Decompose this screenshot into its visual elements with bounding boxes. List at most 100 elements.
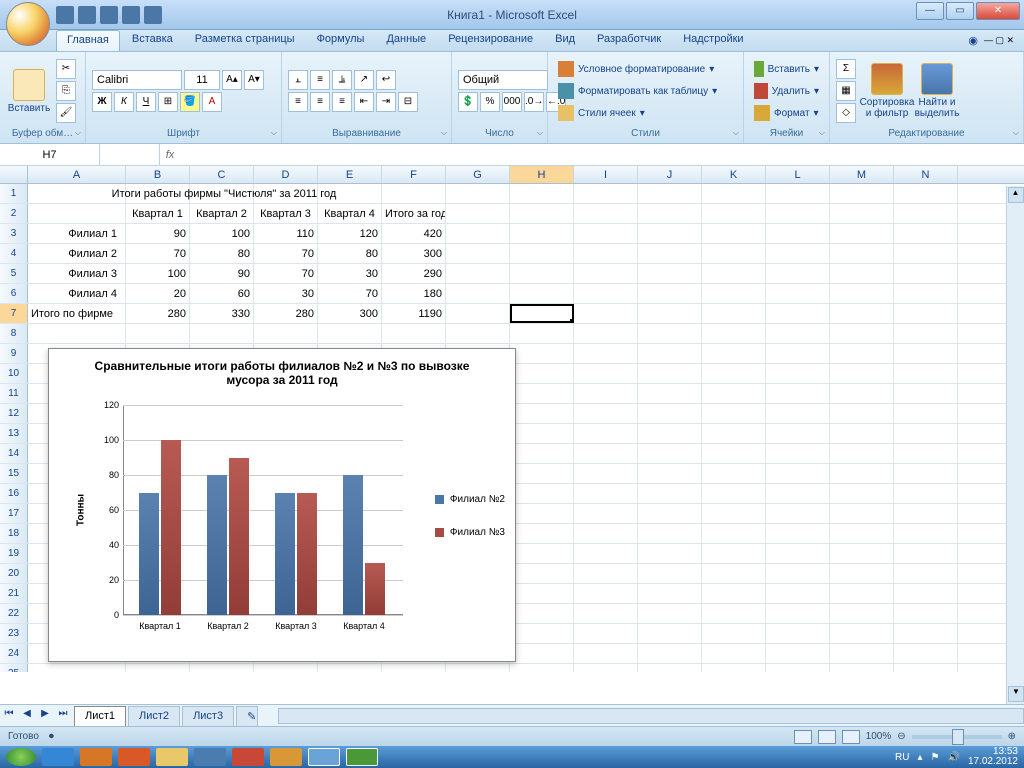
cell-H12[interactable] xyxy=(510,404,574,423)
cell-A7[interactable]: Итого по фирме xyxy=(28,304,126,323)
cell-N20[interactable] xyxy=(894,564,958,583)
cell-K12[interactable] xyxy=(702,404,766,423)
copy-icon[interactable]: ⎘ xyxy=(56,81,76,101)
cell-J14[interactable] xyxy=(638,444,702,463)
cell-I3[interactable] xyxy=(574,224,638,243)
cell-K19[interactable] xyxy=(702,544,766,563)
align-bottom-icon[interactable]: ⫡ xyxy=(332,70,352,90)
cell-H3[interactable] xyxy=(510,224,574,243)
cell-A3[interactable]: Филиал 1 xyxy=(28,224,126,243)
cell-L16[interactable] xyxy=(766,484,830,503)
cell-L5[interactable] xyxy=(766,264,830,283)
cell-E7[interactable]: 300 xyxy=(318,304,382,323)
cell-M21[interactable] xyxy=(830,584,894,603)
cell-K10[interactable] xyxy=(702,364,766,383)
cell-J3[interactable] xyxy=(638,224,702,243)
cell-B5[interactable]: 100 xyxy=(126,264,190,283)
cell-I12[interactable] xyxy=(574,404,638,423)
cell-F4[interactable]: 300 xyxy=(382,244,446,263)
cell-H9[interactable] xyxy=(510,344,574,363)
ribbon-tab-2[interactable]: Разметка страницы xyxy=(185,30,305,51)
taskbar-app4-icon[interactable] xyxy=(308,748,340,766)
font-color-icon[interactable]: A xyxy=(202,92,222,112)
tab-nav-next-icon[interactable]: ▶ xyxy=(36,708,54,724)
cell-K3[interactable] xyxy=(702,224,766,243)
cell-M7[interactable] xyxy=(830,304,894,323)
cell-N2[interactable] xyxy=(894,204,958,223)
paste-button[interactable]: Вставить xyxy=(6,69,52,114)
col-header-G[interactable]: G xyxy=(446,166,510,183)
cell-L22[interactable] xyxy=(766,604,830,623)
cell-L25[interactable] xyxy=(766,664,830,672)
insert-cells-button[interactable]: Вставить ▾ xyxy=(750,59,823,79)
cell-L8[interactable] xyxy=(766,324,830,343)
cell-K21[interactable] xyxy=(702,584,766,603)
cell-B8[interactable] xyxy=(126,324,190,343)
tray-sound-icon[interactable]: 🔊 xyxy=(947,752,959,763)
row-header-17[interactable]: 17 xyxy=(0,504,28,523)
cell-J12[interactable] xyxy=(638,404,702,423)
cell-J4[interactable] xyxy=(638,244,702,263)
ribbon-tab-1[interactable]: Вставка xyxy=(122,30,183,51)
row-header-20[interactable]: 20 xyxy=(0,564,28,583)
ribbon-tab-6[interactable]: Вид xyxy=(545,30,585,51)
cell-G3[interactable] xyxy=(446,224,510,243)
cell-C6[interactable]: 60 xyxy=(190,284,254,303)
cell-L11[interactable] xyxy=(766,384,830,403)
cell-B4[interactable]: 70 xyxy=(126,244,190,263)
cell-E3[interactable]: 120 xyxy=(318,224,382,243)
shrink-font-icon[interactable]: A▾ xyxy=(244,70,264,90)
cell-E8[interactable] xyxy=(318,324,382,343)
cell-L14[interactable] xyxy=(766,444,830,463)
cell-C5[interactable]: 90 xyxy=(190,264,254,283)
cell-J2[interactable] xyxy=(638,204,702,223)
cell-G2[interactable] xyxy=(446,204,510,223)
cell-I1[interactable] xyxy=(574,184,638,203)
cell-I9[interactable] xyxy=(574,344,638,363)
formula-input[interactable] xyxy=(180,144,1024,165)
qat-save-icon[interactable] xyxy=(56,6,74,24)
taskbar-ie-icon[interactable] xyxy=(42,748,74,766)
cell-I7[interactable] xyxy=(574,304,638,323)
col-header-K[interactable]: K xyxy=(702,166,766,183)
cell-M20[interactable] xyxy=(830,564,894,583)
cell-J8[interactable] xyxy=(638,324,702,343)
cell-M18[interactable] xyxy=(830,524,894,543)
view-layout-icon[interactable] xyxy=(818,730,836,744)
cell-G6[interactable] xyxy=(446,284,510,303)
indent-inc-icon[interactable]: ⇥ xyxy=(376,92,396,112)
cell-M12[interactable] xyxy=(830,404,894,423)
fill-icon[interactable]: ▦ xyxy=(836,81,856,101)
cell-I2[interactable] xyxy=(574,204,638,223)
row-header-5[interactable]: 5 xyxy=(0,264,28,283)
row-header-1[interactable]: 1 xyxy=(0,184,28,203)
merged-title-cell[interactable]: Итоги работы фирмы "Чистюля" за 2011 год xyxy=(28,184,420,204)
cell-L13[interactable] xyxy=(766,424,830,443)
cell-I23[interactable] xyxy=(574,624,638,643)
conditional-format-button[interactable]: Условное форматирование ▾ xyxy=(554,59,737,79)
delete-cells-button[interactable]: Удалить ▾ xyxy=(750,81,823,101)
row-header-12[interactable]: 12 xyxy=(0,404,28,423)
cell-A4[interactable]: Филиал 2 xyxy=(28,244,126,263)
taskbar-firefox-icon[interactable] xyxy=(80,748,112,766)
taskbar-explorer-icon[interactable] xyxy=(156,748,188,766)
cell-D7[interactable]: 280 xyxy=(254,304,318,323)
qat-print-icon[interactable] xyxy=(122,6,140,24)
cell-N13[interactable] xyxy=(894,424,958,443)
row-header-24[interactable]: 24 xyxy=(0,644,28,663)
ribbon-tab-0[interactable]: Главная xyxy=(56,30,120,51)
cell-M22[interactable] xyxy=(830,604,894,623)
cell-E6[interactable]: 70 xyxy=(318,284,382,303)
cell-N3[interactable] xyxy=(894,224,958,243)
cell-K8[interactable] xyxy=(702,324,766,343)
cell-J18[interactable] xyxy=(638,524,702,543)
cell-I24[interactable] xyxy=(574,644,638,663)
cell-G7[interactable] xyxy=(446,304,510,323)
cell-K18[interactable] xyxy=(702,524,766,543)
cell-N21[interactable] xyxy=(894,584,958,603)
cell-F5[interactable]: 290 xyxy=(382,264,446,283)
cell-F8[interactable] xyxy=(382,324,446,343)
cell-K2[interactable] xyxy=(702,204,766,223)
cell-C3[interactable]: 100 xyxy=(190,224,254,243)
cell-J19[interactable] xyxy=(638,544,702,563)
